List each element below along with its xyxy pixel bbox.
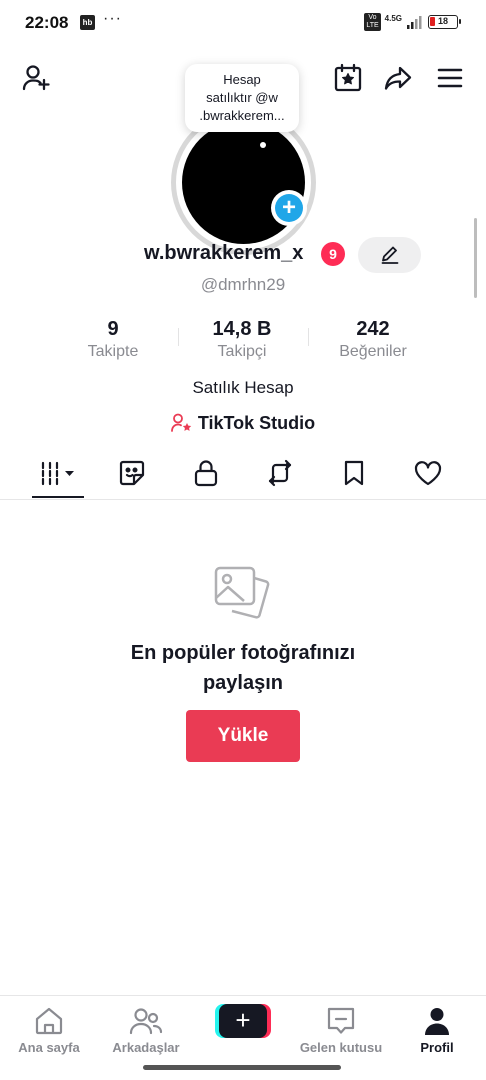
following-count: 9 bbox=[107, 318, 119, 340]
calendar-button[interactable] bbox=[330, 60, 366, 96]
sticker-icon bbox=[119, 460, 145, 486]
nav-home-label: Ana sayfa bbox=[18, 1040, 80, 1055]
lock-icon bbox=[194, 460, 218, 487]
following-label: Takipte bbox=[87, 343, 139, 360]
add-user-icon bbox=[22, 65, 50, 91]
status-bar: 22:08 hb ··· Vo LTE 4.5G 18 bbox=[0, 0, 486, 46]
profile-tabs bbox=[0, 448, 486, 500]
profile-stats: 9 Takipte 14,8 B Takipçi 242 Beğeniler bbox=[0, 318, 486, 368]
nav-home[interactable]: Ana sayfa bbox=[0, 1004, 98, 1055]
edit-profile-button[interactable] bbox=[358, 237, 421, 273]
plus-icon: + bbox=[275, 194, 303, 222]
stat-divider bbox=[178, 328, 179, 346]
user-star-icon bbox=[170, 413, 192, 432]
likes-label: Beğeniler bbox=[339, 343, 407, 360]
share-arrow-icon bbox=[384, 66, 412, 90]
note-bubble[interactable]: Hesap satılıktır @w .bwrakkerem... bbox=[185, 64, 299, 148]
followers-count: 14,8 B bbox=[212, 318, 272, 340]
share-profile-button[interactable] bbox=[380, 60, 416, 96]
friends-icon bbox=[129, 1008, 163, 1035]
nav-inbox[interactable]: Gelen kutusu bbox=[292, 1004, 390, 1055]
inbox-icon bbox=[327, 1007, 355, 1034]
bio: Satılık Hesap bbox=[192, 378, 294, 397]
scrollbar[interactable] bbox=[474, 218, 477, 298]
heart-icon bbox=[414, 461, 442, 486]
stat-followers[interactable]: 14,8 B Takipçi bbox=[182, 318, 302, 361]
battery-level: 18 bbox=[437, 16, 448, 26]
username: @dmrhn29 bbox=[200, 275, 286, 294]
hamburger-menu-icon bbox=[437, 68, 463, 88]
repost-icon bbox=[268, 459, 292, 487]
more-notifications-icon: ··· bbox=[103, 10, 122, 27]
add-story-button[interactable]: + bbox=[271, 190, 307, 226]
nav-profile[interactable]: Profil bbox=[388, 1004, 486, 1055]
add-friend-button[interactable] bbox=[18, 60, 54, 96]
tiktok-studio-label: TikTok Studio bbox=[197, 412, 316, 433]
home-icon bbox=[35, 1007, 63, 1035]
tiktok-studio-link[interactable]: TikTok Studio bbox=[0, 411, 486, 435]
tab-reposts[interactable] bbox=[254, 456, 306, 490]
upload-button[interactable]: Yükle bbox=[186, 710, 300, 762]
menu-button[interactable] bbox=[432, 60, 468, 96]
name-row: w.bwrakkerem_x 9 bbox=[0, 237, 486, 273]
display-name: w.bwrakkerem_x bbox=[144, 242, 304, 264]
nav-inbox-label: Gelen kutusu bbox=[299, 1040, 383, 1055]
tab-liked[interactable] bbox=[402, 456, 454, 490]
home-indicator[interactable] bbox=[143, 1065, 341, 1070]
note-line-1: Hesap bbox=[223, 72, 261, 87]
battery-icon: 18 bbox=[428, 15, 461, 29]
stat-divider bbox=[308, 328, 309, 346]
tab-favorites[interactable] bbox=[328, 456, 380, 490]
empty-title-line-1: En popüler fotoğrafınızı bbox=[130, 642, 356, 664]
volte-icon: Vo LTE bbox=[364, 13, 381, 31]
nav-friends[interactable]: Arkadaşlar bbox=[97, 1004, 195, 1055]
active-tab-indicator bbox=[32, 496, 84, 498]
profile-icon bbox=[425, 1008, 449, 1035]
create-button[interactable]: + bbox=[215, 1004, 271, 1038]
tab-stickers[interactable] bbox=[106, 456, 158, 490]
status-indicators: Vo LTE 4.5G 18 bbox=[364, 13, 461, 31]
network-label: 4.5G bbox=[384, 13, 402, 23]
empty-state-title: En popüler fotoğrafınızı paylaşın bbox=[0, 638, 486, 698]
tab-private[interactable] bbox=[180, 456, 232, 490]
bookmark-icon bbox=[344, 460, 364, 486]
pencil-icon bbox=[381, 246, 398, 264]
likes-count: 242 bbox=[356, 318, 390, 340]
videos-grid-icon bbox=[41, 461, 74, 486]
nav-profile-label: Profil bbox=[420, 1040, 454, 1055]
bubble-tail bbox=[260, 142, 266, 148]
photo-stack-icon bbox=[214, 566, 270, 619]
notification-badge[interactable]: 9 bbox=[321, 242, 345, 266]
stat-likes[interactable]: 242 Beğeniler bbox=[313, 318, 433, 361]
nav-friends-label: Arkadaşlar bbox=[112, 1040, 180, 1055]
signal-icon bbox=[407, 16, 422, 29]
followers-label: Takipçi bbox=[217, 343, 267, 360]
status-time: 22:08 bbox=[25, 13, 69, 32]
stat-following[interactable]: 9 Takipte bbox=[53, 318, 173, 361]
create-plus-icon: + bbox=[219, 1004, 267, 1038]
note-line-3: .bwrakkerem... bbox=[199, 108, 285, 123]
tab-videos[interactable] bbox=[32, 456, 84, 490]
calendar-star-icon bbox=[334, 63, 362, 92]
empty-title-line-2: paylaşın bbox=[202, 672, 284, 694]
app-notification-icon: hb bbox=[80, 15, 95, 30]
note-line-2: satılıktır @w bbox=[206, 90, 278, 105]
